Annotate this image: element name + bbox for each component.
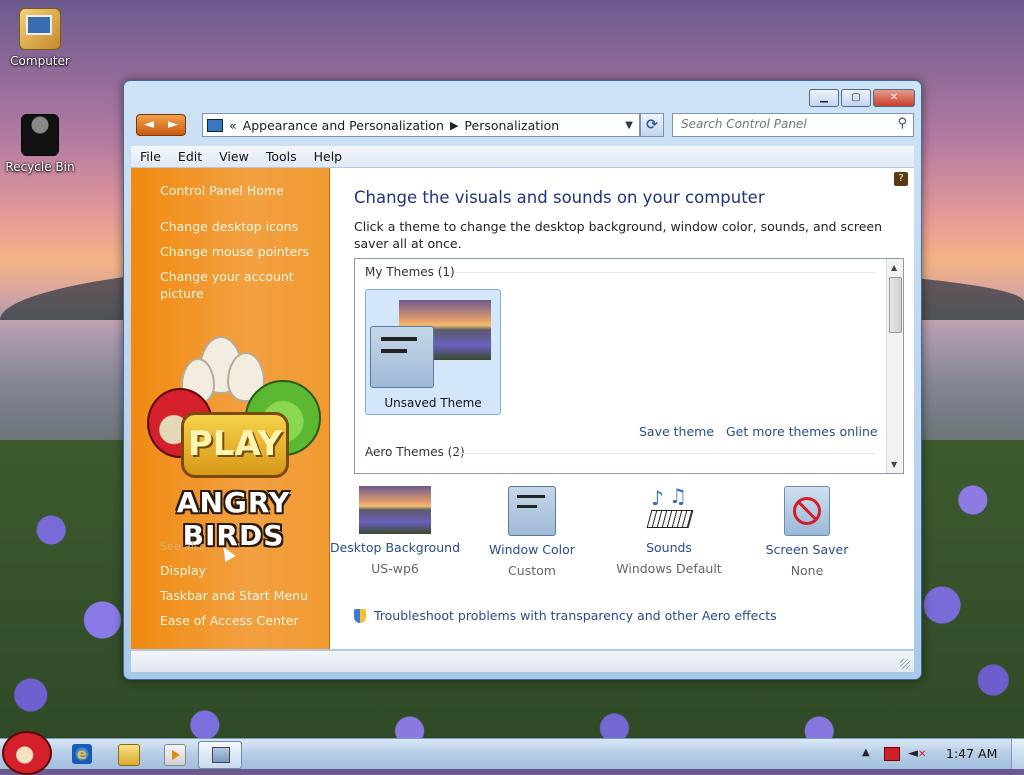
tray-notification-icon[interactable] bbox=[884, 747, 900, 761]
troubleshoot-link[interactable]: Troubleshoot problems with transparency … bbox=[354, 608, 777, 623]
menu-file[interactable]: File bbox=[131, 149, 169, 164]
window-color-icon bbox=[508, 486, 556, 536]
nav-buttons: ◄ ► bbox=[136, 114, 186, 136]
change-account-picture-link[interactable]: Change your account picture bbox=[160, 268, 310, 302]
breadcrumb-appearance[interactable]: Appearance and Personalization bbox=[243, 118, 444, 133]
clock[interactable]: 1:47 AM bbox=[946, 746, 997, 761]
breadcrumb-arrow-icon[interactable]: ▶ bbox=[450, 119, 458, 132]
control-panel-home-link[interactable]: Control Panel Home bbox=[160, 182, 310, 199]
refresh-button[interactable]: ⟳ bbox=[640, 113, 664, 137]
desktop-icon-computer[interactable]: Computer bbox=[0, 8, 80, 68]
task-pane: Control Panel Home Change desktop icons … bbox=[131, 168, 330, 649]
option-value: Custom bbox=[508, 563, 556, 578]
taskbar-personalization-button[interactable] bbox=[198, 741, 242, 769]
speaker-muted-icon[interactable]: ◄✕ bbox=[908, 746, 926, 761]
status-bar bbox=[131, 650, 914, 672]
desktop-icon-label: Recycle Bin bbox=[5, 160, 75, 174]
screen-saver-option[interactable]: Screen Saver None bbox=[737, 486, 877, 578]
unsaved-theme-tile[interactable]: Unsaved Theme bbox=[365, 289, 501, 415]
menu-edit[interactable]: Edit bbox=[169, 149, 210, 164]
show-desktop-button[interactable] bbox=[1011, 739, 1024, 769]
content-pane: ? Change the visuals and sounds on your … bbox=[330, 168, 914, 649]
search-box: ⚲ bbox=[672, 113, 914, 137]
play-button[interactable]: PLAY bbox=[181, 412, 289, 478]
menu-view[interactable]: View bbox=[210, 149, 257, 164]
taskbar: e ▲ ◄✕ 1:47 AM bbox=[0, 731, 1024, 775]
menu-tools[interactable]: Tools bbox=[257, 149, 305, 164]
forward-button[interactable]: ► bbox=[161, 115, 185, 135]
scroll-thumb[interactable] bbox=[889, 277, 902, 333]
desktop-icon-label: Computer bbox=[10, 54, 70, 68]
my-themes-header: My Themes (1) bbox=[365, 265, 455, 279]
address-prefix: « bbox=[229, 117, 237, 133]
desktop-icon-recycle-bin[interactable]: Recycle Bin bbox=[0, 114, 80, 174]
control-panel-window: ▁ ▢ ✕ ◄ ► « Appearance and Personalizati… bbox=[123, 80, 922, 680]
theme-name: Unsaved Theme bbox=[384, 396, 482, 410]
control-panel-icon bbox=[207, 118, 223, 132]
media-player-icon[interactable] bbox=[164, 744, 186, 766]
search-icon[interactable]: ⚲ bbox=[897, 116, 907, 131]
aero-themes-header: Aero Themes (2) bbox=[365, 445, 465, 459]
scroll-up-icon[interactable]: ▲ bbox=[891, 263, 897, 272]
display-link[interactable]: Display bbox=[160, 562, 310, 579]
taskbar-start-menu-link[interactable]: Taskbar and Start Menu bbox=[160, 587, 310, 604]
page-description: Click a theme to change the desktop back… bbox=[354, 219, 883, 251]
troubleshoot-text[interactable]: Troubleshoot problems with transparency … bbox=[374, 608, 777, 623]
help-icon[interactable]: ? bbox=[894, 172, 908, 186]
desktop-background-option[interactable]: Desktop Background US-wp6 bbox=[325, 486, 465, 576]
menu-bar: File Edit View Tools Help bbox=[131, 146, 914, 168]
option-value: US-wp6 bbox=[371, 561, 419, 576]
option-label[interactable]: Desktop Background bbox=[325, 540, 465, 555]
navigation-bar: ◄ ► « Appearance and Personalization ▶ P… bbox=[134, 111, 914, 137]
menu-help[interactable]: Help bbox=[305, 149, 351, 164]
start-button[interactable] bbox=[2, 731, 52, 775]
computer-icon bbox=[19, 8, 61, 50]
address-dropdown-icon[interactable]: ▼ bbox=[625, 120, 633, 131]
resize-grip-icon[interactable] bbox=[900, 659, 910, 669]
theme-window-preview bbox=[370, 326, 434, 388]
close-button[interactable]: ✕ bbox=[873, 89, 915, 107]
change-mouse-pointers-link[interactable]: Change mouse pointers bbox=[160, 243, 310, 260]
shield-icon bbox=[354, 608, 366, 623]
search-input[interactable] bbox=[673, 114, 891, 134]
angry-birds-banner: PLAY ANGRY BIRDS bbox=[141, 328, 326, 552]
theme-list: My Themes (1) Unsaved Theme Save theme G… bbox=[354, 258, 904, 474]
theme-list-scrollbar[interactable]: ▲ ▼ bbox=[886, 259, 903, 473]
option-label[interactable]: Sounds bbox=[599, 540, 739, 555]
screen-saver-icon bbox=[784, 486, 830, 536]
desktop-background-icon bbox=[359, 486, 431, 534]
divider bbox=[455, 272, 875, 273]
sounds-icon: ♪ ♫ bbox=[645, 484, 694, 534]
scroll-down-icon[interactable]: ▼ bbox=[891, 460, 897, 469]
save-theme-link[interactable]: Save theme bbox=[639, 424, 714, 439]
maximize-button[interactable]: ▢ bbox=[841, 89, 871, 107]
theme-options: Desktop Background US-wp6 Window Color C… bbox=[330, 484, 914, 596]
get-more-themes-link[interactable]: Get more themes online bbox=[726, 424, 878, 439]
minimize-button[interactable]: ▁ bbox=[809, 89, 839, 107]
recycle-bin-icon bbox=[21, 114, 59, 156]
breadcrumb-personalization[interactable]: Personalization bbox=[464, 118, 559, 133]
option-value: None bbox=[790, 563, 824, 578]
option-label[interactable]: Window Color bbox=[462, 542, 602, 557]
option-value: Windows Default bbox=[616, 561, 722, 576]
divider bbox=[455, 453, 875, 454]
show-hidden-icons-icon[interactable]: ▲ bbox=[862, 747, 870, 758]
page-title: Change the visuals and sounds on your co… bbox=[354, 188, 765, 207]
back-button[interactable]: ◄ bbox=[137, 115, 161, 135]
change-desktop-icons-link[interactable]: Change desktop icons bbox=[160, 218, 310, 235]
option-label[interactable]: Screen Saver bbox=[737, 542, 877, 557]
ease-of-access-link[interactable]: Ease of Access Center bbox=[160, 612, 310, 629]
control-panel-icon bbox=[212, 747, 230, 763]
windows-explorer-icon[interactable] bbox=[118, 744, 140, 766]
window-color-option[interactable]: Window Color Custom bbox=[462, 486, 602, 578]
internet-explorer-icon[interactable]: e bbox=[72, 744, 92, 764]
address-bar[interactable]: « Appearance and Personalization ▶ Perso… bbox=[202, 113, 640, 137]
caption-buttons: ▁ ▢ ✕ bbox=[809, 89, 915, 107]
sounds-option[interactable]: ♪ ♫ Sounds Windows Default bbox=[599, 484, 739, 576]
see-also-heading: See also bbox=[160, 540, 207, 553]
